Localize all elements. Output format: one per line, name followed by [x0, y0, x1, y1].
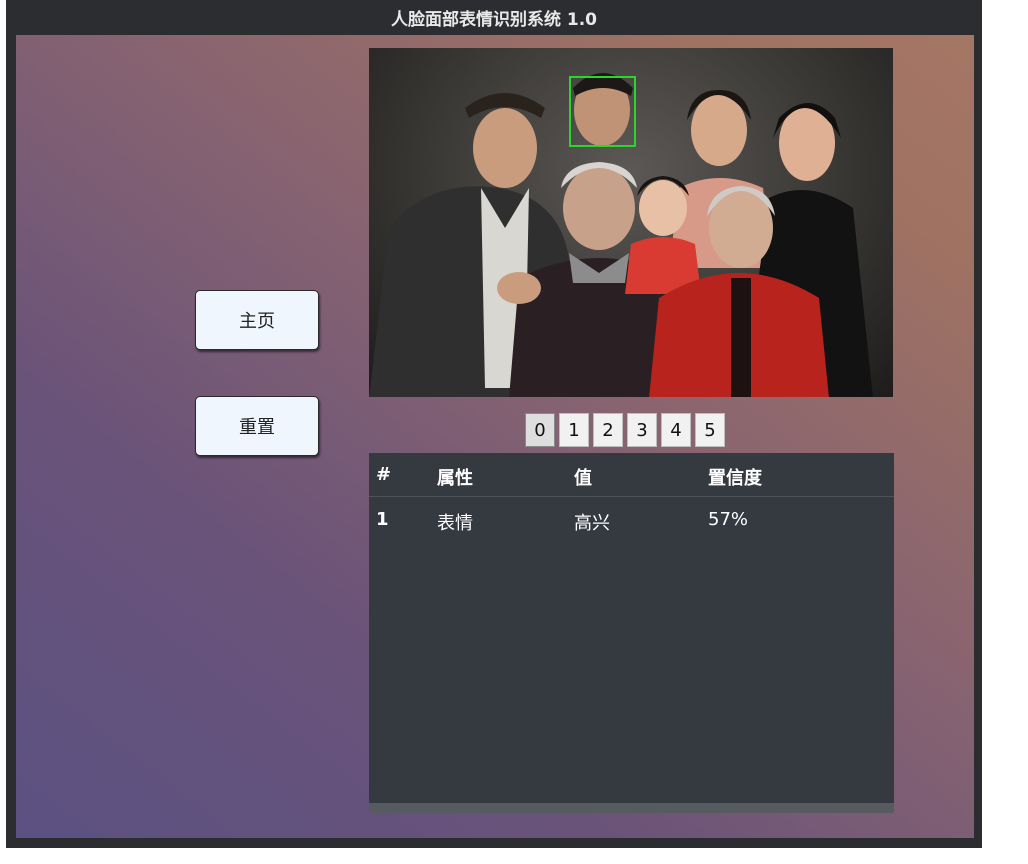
face-tab-0[interactable]: 0: [525, 413, 555, 447]
row-value: 高兴: [574, 513, 610, 534]
row-index: 1: [376, 509, 389, 530]
header-attribute: 属性: [437, 468, 473, 489]
face-tab-3[interactable]: 3: [627, 413, 657, 447]
detection-image: [369, 48, 893, 397]
main-panel: 主页 重置 0 1 2 3 4 5 # 属性 值 置信度 1 表情 高兴 57%: [16, 35, 974, 838]
table-row[interactable]: 1 表情 高兴 57%: [369, 497, 894, 541]
home-button[interactable]: 主页: [195, 290, 319, 350]
table-header: # 属性 值 置信度: [369, 453, 894, 497]
table-scrollbar[interactable]: [369, 803, 894, 813]
row-confidence: 57%: [708, 509, 749, 530]
face-tab-2[interactable]: 2: [593, 413, 623, 447]
app-window: 人脸面部表情识别系统 1.0 主页 重置 0 1 2 3 4 5 # 属性 值 …: [6, 0, 982, 848]
face-tab-4[interactable]: 4: [661, 413, 691, 447]
result-table: # 属性 值 置信度 1 表情 高兴 57%: [369, 453, 894, 813]
face-tab-5[interactable]: 5: [695, 413, 725, 447]
window-title: 人脸面部表情识别系统 1.0: [390, 9, 598, 30]
header-index: #: [376, 464, 392, 485]
group-photo-illustration: [369, 73, 873, 397]
face-selector-tabs: 0 1 2 3 4 5: [525, 413, 725, 447]
reset-button[interactable]: 重置: [195, 396, 319, 456]
face-tab-1[interactable]: 1: [559, 413, 589, 447]
row-attribute: 表情: [437, 513, 473, 534]
header-confidence: 置信度: [708, 468, 762, 489]
header-value: 值: [574, 468, 592, 489]
